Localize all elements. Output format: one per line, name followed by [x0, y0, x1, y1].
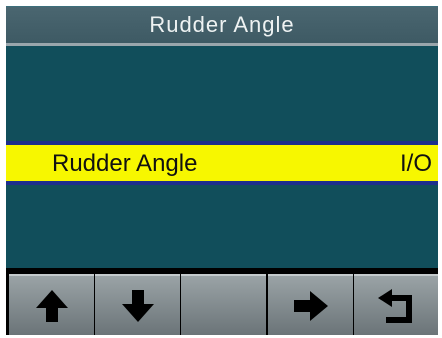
softkey-bar — [6, 268, 438, 335]
arrow-right-icon — [293, 290, 328, 321]
menu-list: Rudder Angle I/O — [6, 46, 438, 268]
right-button[interactable] — [268, 274, 353, 335]
back-button[interactable] — [354, 274, 438, 335]
device-display: Rudder Angle Rudder Angle I/O — [0, 0, 442, 338]
page-title: Rudder Angle — [149, 12, 295, 37]
menu-item-value: I/O — [399, 150, 432, 177]
up-button[interactable] — [9, 274, 94, 335]
menu-item-label: Rudder Angle — [52, 150, 198, 177]
title-bar: Rudder Angle — [6, 7, 438, 46]
back-return-icon — [378, 288, 412, 323]
arrow-up-icon — [35, 289, 68, 322]
blank-softkey[interactable] — [181, 274, 266, 335]
screen: Rudder Angle Rudder Angle I/O — [6, 6, 438, 335]
down-button[interactable] — [95, 274, 180, 335]
menu-item-rudder-angle[interactable]: Rudder Angle I/O — [6, 141, 438, 185]
arrow-down-icon — [121, 289, 154, 322]
